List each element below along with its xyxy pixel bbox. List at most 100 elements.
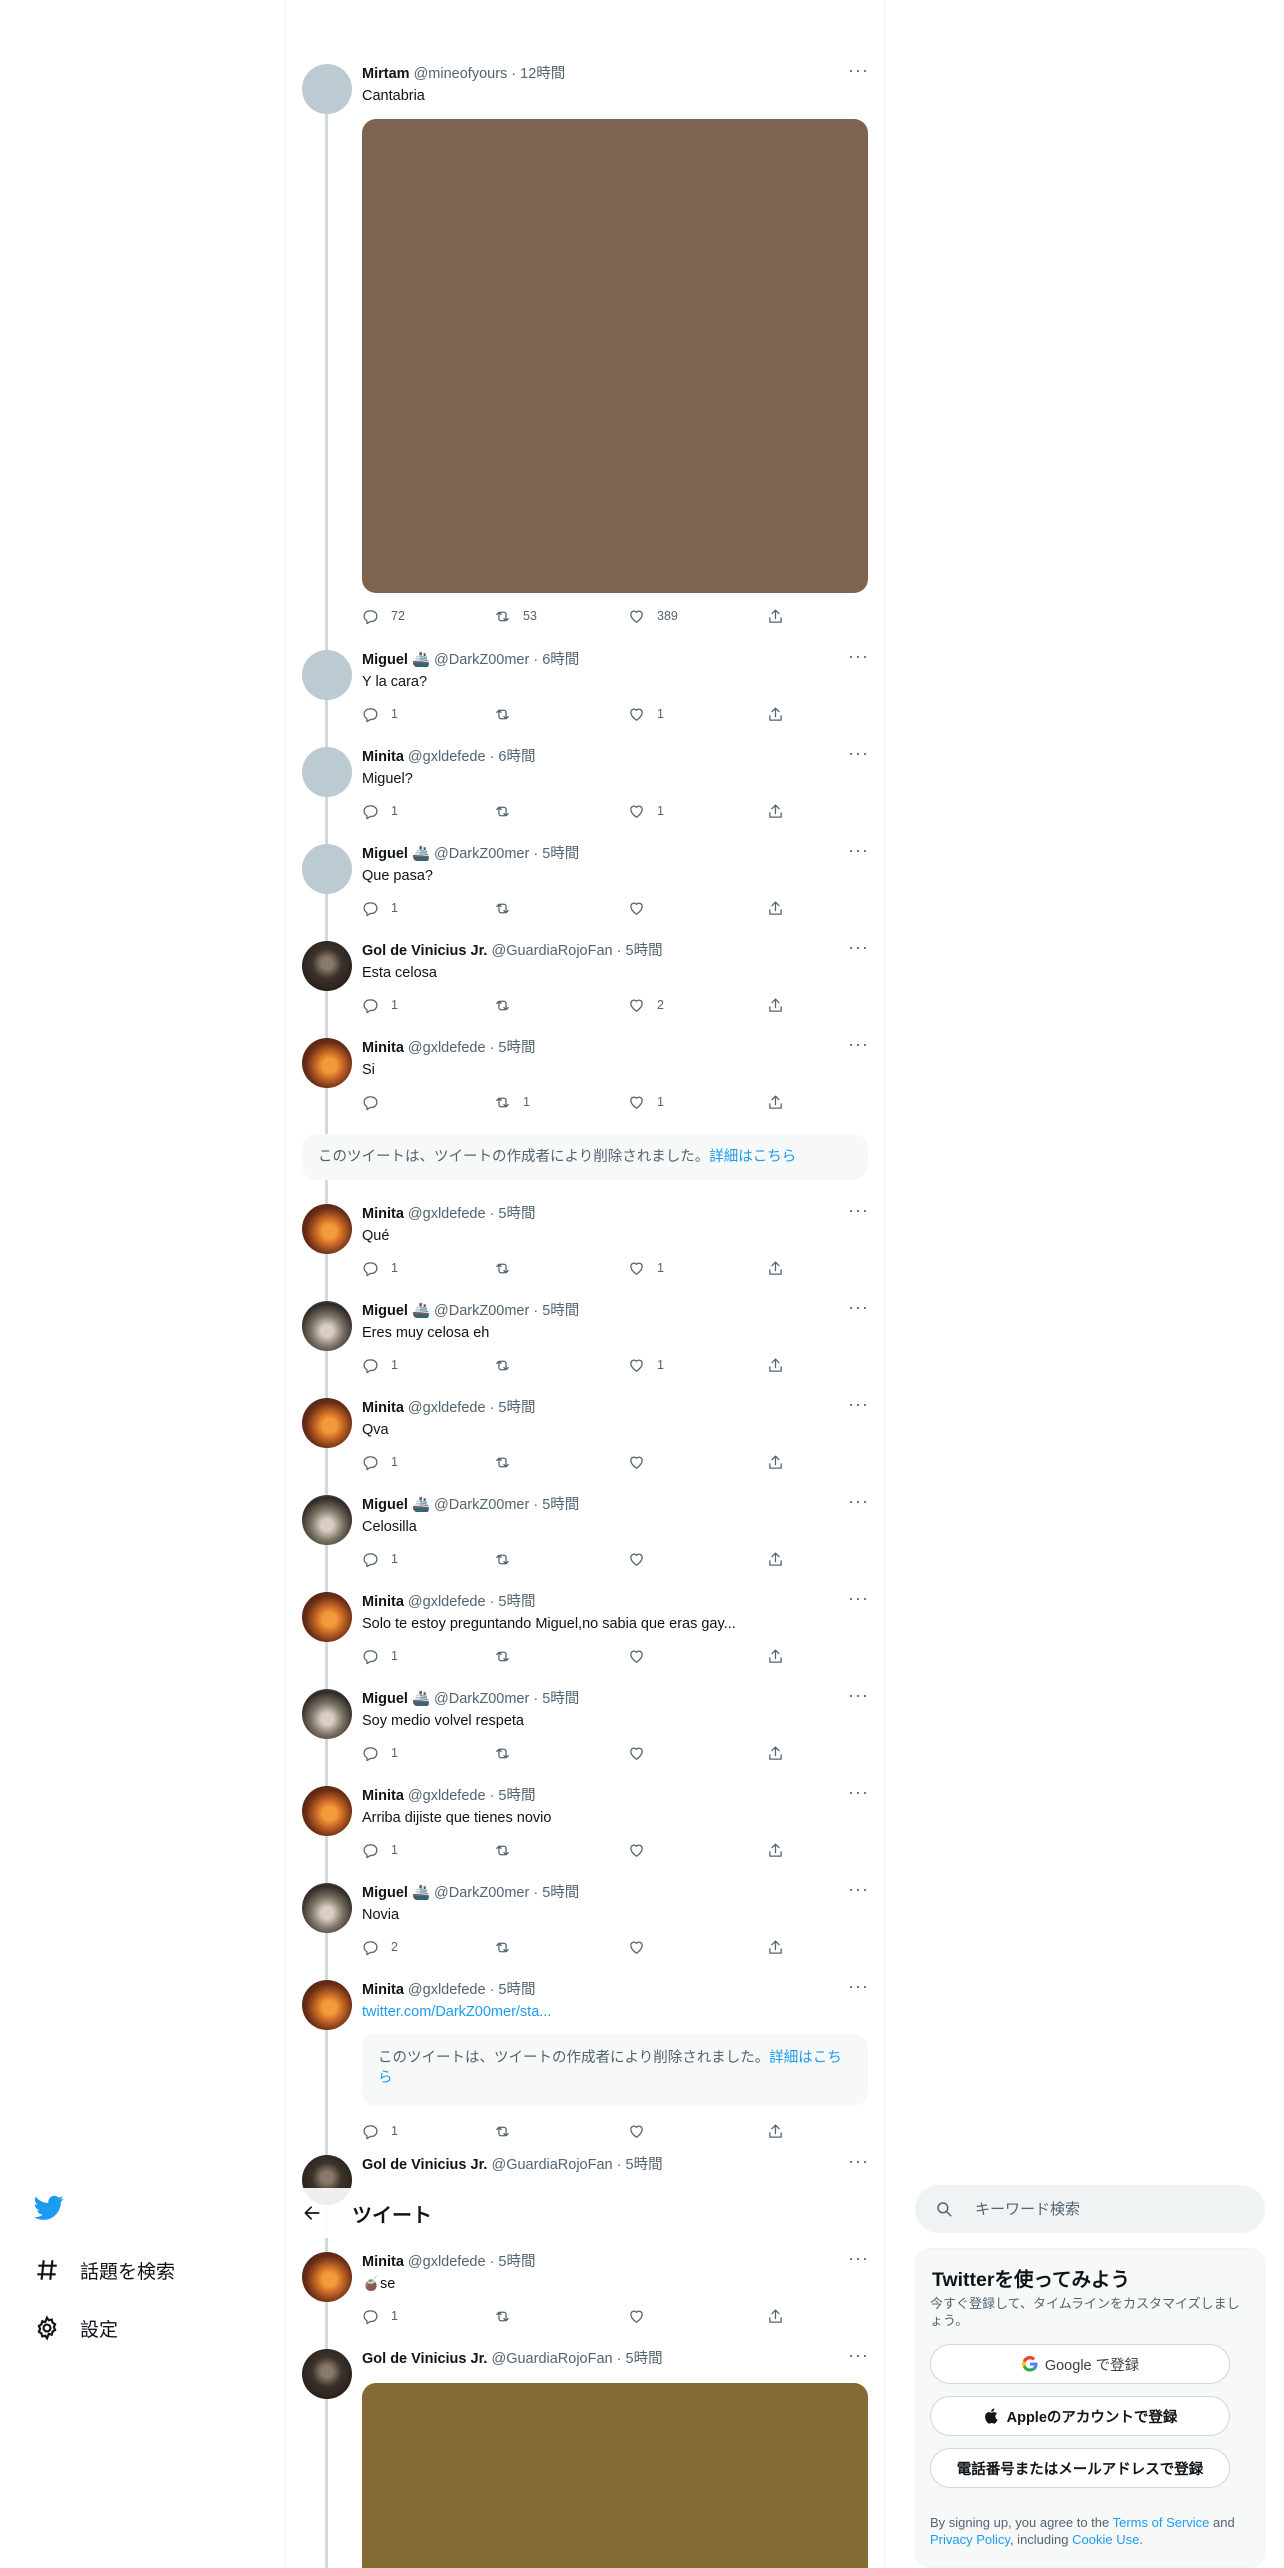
more-options-icon[interactable]: ··· [848,1977,868,1996]
share-button[interactable] [767,1452,784,1472]
author-handle[interactable]: @gxldefede [408,1982,486,1998]
timestamp[interactable]: 5時間 [498,1982,535,1998]
like-button[interactable]: 1 [628,704,664,724]
retweet-button[interactable] [494,1258,523,1278]
timestamp[interactable]: 5時間 [626,943,663,959]
tweet-media[interactable] [362,119,868,593]
more-options-icon[interactable]: ··· [848,744,868,763]
share-button[interactable] [767,606,784,626]
back-arrow-icon[interactable] [302,2203,322,2223]
share-button[interactable] [767,2306,784,2326]
timestamp[interactable]: 5時間 [498,1594,535,1610]
timestamp[interactable]: 5時間 [626,2157,663,2173]
more-options-icon[interactable]: ··· [848,1589,868,1608]
author-name[interactable]: Minita [362,2254,404,2270]
author-handle[interactable]: @gxldefede [408,749,486,765]
author-name[interactable]: Minita [362,1982,404,1998]
share-button[interactable] [767,1355,784,1375]
share-button[interactable] [767,995,784,1015]
more-options-icon[interactable]: ··· [848,1035,868,1054]
timestamp[interactable]: 6時間 [542,652,579,668]
like-button[interactable]: 2 [628,995,664,1015]
avatar[interactable] [302,1786,352,1836]
share-button[interactable] [767,1092,784,1112]
nav-explore[interactable]: 話題を検索 [34,2256,175,2284]
like-button[interactable]: 1 [628,1355,664,1375]
like-button[interactable]: 389 [628,606,678,626]
reply-button[interactable]: 1 [362,2121,398,2141]
avatar[interactable] [302,64,352,114]
author-name[interactable]: Minita [362,1040,404,1056]
avatar[interactable] [302,1204,352,1254]
tweet-media[interactable] [362,2383,868,2568]
avatar[interactable] [302,1495,352,1545]
reply-button[interactable] [362,1092,391,1112]
search-box[interactable] [915,2185,1265,2233]
timestamp[interactable]: 5時間 [542,846,579,862]
author-handle[interactable]: @GuardiaRojoFan [491,943,612,959]
timestamp[interactable]: 5時間 [542,1691,579,1707]
reply-button[interactable]: 1 [362,1452,398,1472]
avatar[interactable] [302,747,352,797]
avatar[interactable] [302,1980,352,2030]
retweet-button[interactable] [494,2121,523,2141]
author-handle[interactable]: @DarkZ00mer [434,652,529,668]
more-options-icon[interactable]: ··· [848,2152,868,2171]
like-button[interactable]: 1 [628,1258,664,1278]
timestamp[interactable]: 12時間 [520,66,565,82]
author-name[interactable]: Minita [362,1400,404,1416]
reply-button[interactable]: 1 [362,898,398,918]
timestamp[interactable]: 5時間 [498,1788,535,1804]
author-name[interactable]: Minita [362,1206,404,1222]
like-button[interactable] [628,1452,657,1472]
share-button[interactable] [767,1840,784,1860]
author-handle[interactable]: @DarkZ00mer [434,1497,529,1513]
avatar[interactable] [302,1689,352,1739]
phone-email-signup-button[interactable]: 電話番号またはメールアドレスで登録 [930,2448,1230,2488]
more-options-icon[interactable]: ··· [848,938,868,957]
reply-button[interactable]: 1 [362,1549,398,1569]
timestamp[interactable]: 5時間 [498,1040,535,1056]
retweet-button[interactable] [494,1840,523,1860]
nav-settings[interactable]: 設定 [34,2314,118,2342]
author-name[interactable]: Minita [362,1788,404,1804]
retweet-button[interactable] [494,1549,523,1569]
avatar[interactable] [302,650,352,700]
timestamp[interactable]: 5時間 [542,1885,579,1901]
more-options-icon[interactable]: ··· [848,1298,868,1317]
author-name[interactable]: Miguel 🚢 [362,1885,430,1901]
more-options-icon[interactable]: ··· [848,2249,868,2268]
more-options-icon[interactable]: ··· [848,841,868,860]
apple-signup-button[interactable]: Appleのアカウントで登録 [930,2396,1230,2436]
share-button[interactable] [767,704,784,724]
like-button[interactable] [628,898,657,918]
like-button[interactable] [628,1840,657,1860]
author-handle[interactable]: @gxldefede [408,1040,486,1056]
learn-more-link[interactable]: 詳細はこちら [709,1149,796,1165]
retweet-button[interactable] [494,1646,523,1666]
timestamp[interactable]: 5時間 [542,1303,579,1319]
retweet-button[interactable] [494,704,523,724]
retweet-button[interactable] [494,2306,523,2326]
author-name[interactable]: Minita [362,749,404,765]
retweet-button[interactable]: 1 [494,1092,530,1112]
reply-button[interactable]: 1 [362,1743,398,1763]
search-input[interactable] [975,2200,1235,2218]
author-handle[interactable]: @gxldefede [408,2254,486,2270]
share-button[interactable] [767,1743,784,1763]
more-options-icon[interactable]: ··· [848,1395,868,1414]
reply-button[interactable]: 1 [362,2306,398,2326]
like-button[interactable] [628,2306,657,2326]
avatar[interactable] [302,1883,352,1933]
more-options-icon[interactable]: ··· [848,1492,868,1511]
timestamp[interactable]: 5時間 [542,1497,579,1513]
reply-button[interactable]: 2 [362,1937,398,1957]
terms-of-service-link[interactable]: Terms of Service [1113,2515,1210,2530]
reply-button[interactable]: 1 [362,801,398,821]
like-button[interactable]: 1 [628,1092,664,1112]
author-handle[interactable]: @DarkZ00mer [434,1691,529,1707]
reply-button[interactable]: 1 [362,1355,398,1375]
author-name[interactable]: Gol de Vinicius Jr. [362,2351,487,2367]
reply-button[interactable]: 1 [362,995,398,1015]
like-button[interactable] [628,1937,657,1957]
